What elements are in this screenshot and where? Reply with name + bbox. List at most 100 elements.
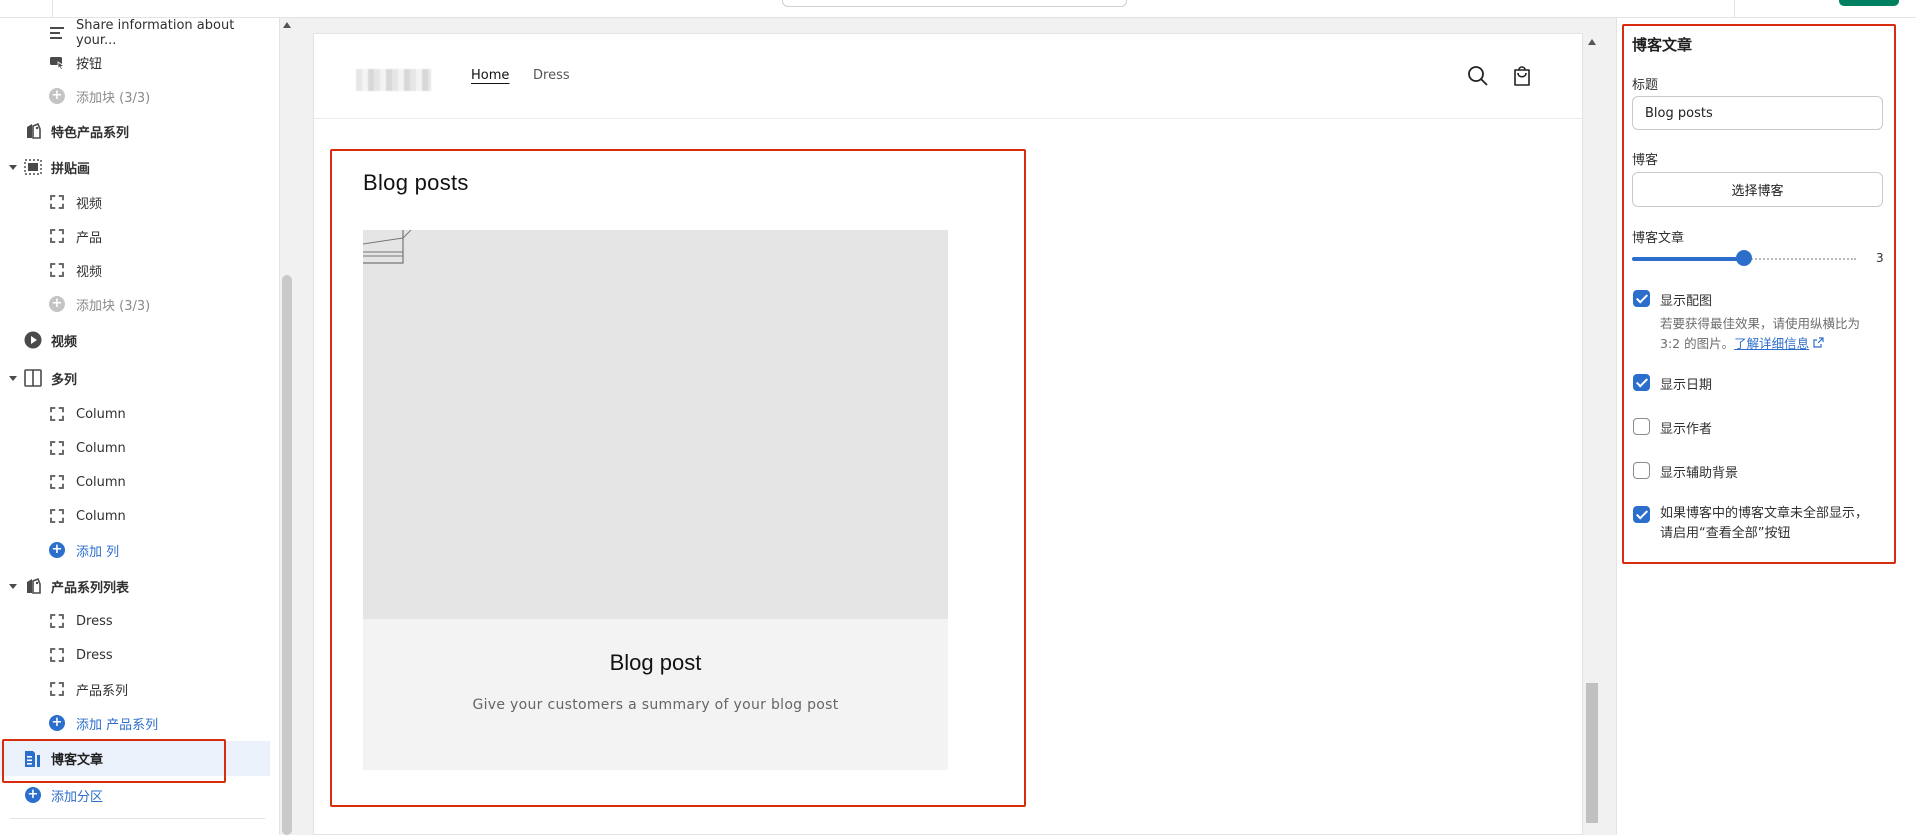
tag-icon xyxy=(24,122,42,140)
plus-circle-icon: + xyxy=(49,715,65,731)
posts-count-label: 博客文章 xyxy=(1632,231,1685,246)
external-link-icon xyxy=(1813,337,1824,348)
section-collection-list[interactable]: 产品系列列表 xyxy=(0,571,270,601)
dashed-bracket-icon xyxy=(48,507,66,525)
block-collage-video-2[interactable]: 视频 xyxy=(0,255,270,285)
cart-icon[interactable] xyxy=(1510,64,1534,88)
dashed-bracket-icon xyxy=(48,227,66,245)
sidebar-divider xyxy=(10,818,265,819)
block-label: 产品系列 xyxy=(76,683,129,699)
preview-scroll-thumb[interactable] xyxy=(1586,683,1598,823)
block-column-4[interactable]: Column xyxy=(0,501,270,531)
store-header: Home Dress xyxy=(314,34,1582,119)
button-icon xyxy=(48,53,66,71)
collage-icon xyxy=(24,158,42,176)
caret-down-icon[interactable] xyxy=(9,583,17,589)
image-help-text: 若要获得最佳效果，请使用纵横比为 3:2 的图片。了解详细信息 xyxy=(1660,314,1882,354)
sidebar-scrollbar[interactable] xyxy=(282,275,292,835)
nav-dress-link[interactable]: Dress xyxy=(533,68,570,83)
text-lines-icon xyxy=(48,24,66,42)
block-label: Column xyxy=(76,508,126,524)
blog-label: 博客 xyxy=(1632,153,1659,168)
learn-more-link[interactable]: 了解详细信息 xyxy=(1734,336,1809,351)
section-label: 视频 xyxy=(51,334,78,350)
plus-circle-icon: + xyxy=(49,88,65,104)
section-collage[interactable]: 拼贴画 xyxy=(0,152,270,182)
highlight-box xyxy=(330,149,1026,807)
caret-down-icon[interactable] xyxy=(9,164,17,170)
add-collection-label: 添加 产品系列 xyxy=(76,717,159,733)
block-dress-2[interactable]: Dress xyxy=(0,640,270,670)
block-button[interactable]: 按钮 xyxy=(0,47,270,77)
panel-title: 博客文章 xyxy=(1632,36,1693,54)
view-all-button-label: 如果博客中的博客文章未全部显示，请启用“查看全部”按钮 xyxy=(1660,506,1869,541)
plus-circle-icon: + xyxy=(25,787,41,803)
scroll-up-arrow-icon[interactable] xyxy=(1588,39,1596,45)
posts-slider-thumb[interactable] xyxy=(1736,250,1752,266)
nav-home-link[interactable]: Home xyxy=(471,68,509,83)
section-video[interactable]: 视频 xyxy=(0,325,270,355)
dashed-bracket-icon xyxy=(48,193,66,211)
block-dress-1[interactable]: Dress xyxy=(0,606,270,636)
section-label: 特色产品系列 xyxy=(51,125,130,141)
show-secondary-bg-label: 显示辅助背景 xyxy=(1660,466,1739,481)
add-block-label: 添加块 (3/3) xyxy=(76,90,151,106)
block-column-1[interactable]: Column xyxy=(0,399,270,429)
dashed-bracket-icon xyxy=(48,612,66,630)
block-collage-video-1[interactable]: 视频 xyxy=(0,187,270,217)
dashed-bracket-icon xyxy=(48,405,66,423)
add-section-label: 添加分区 xyxy=(51,789,104,805)
dashed-bracket-icon xyxy=(48,680,66,698)
heading-input[interactable]: Blog posts xyxy=(1632,96,1883,130)
top-bar xyxy=(0,0,1916,18)
select-blog-button[interactable]: 选择博客 xyxy=(1632,172,1883,207)
show-date-checkbox[interactable] xyxy=(1633,374,1650,391)
section-multicolumn[interactable]: 多列 xyxy=(0,363,270,393)
section-label: 产品系列列表 xyxy=(51,580,130,596)
add-column-label: 添加 列 xyxy=(76,544,120,560)
block-column-2[interactable]: Column xyxy=(0,433,270,463)
add-block-button[interactable]: + 添加块 (3/3) xyxy=(0,289,270,319)
heading-label: 标题 xyxy=(1632,78,1659,93)
view-all-button-checkbox[interactable] xyxy=(1633,506,1650,523)
show-image-label: 显示配图 xyxy=(1660,294,1713,309)
block-label: 视频 xyxy=(76,196,103,212)
heading-value: Blog posts xyxy=(1645,105,1713,121)
caret-down-icon[interactable] xyxy=(9,375,17,381)
show-secondary-bg-checkbox[interactable] xyxy=(1633,462,1650,479)
add-section-button[interactable]: + 添加分区 xyxy=(0,780,270,810)
section-label: 多列 xyxy=(51,372,78,388)
scroll-up-arrow-icon[interactable] xyxy=(283,22,291,28)
add-block-button[interactable]: + 添加块 (3/3) xyxy=(0,81,270,111)
block-column-3[interactable]: Column xyxy=(0,467,270,497)
block-label: Column xyxy=(76,406,126,422)
store-logo[interactable] xyxy=(356,69,431,91)
show-date-label: 显示日期 xyxy=(1660,378,1713,393)
block-collection[interactable]: 产品系列 xyxy=(0,674,270,704)
top-divider-right xyxy=(1734,0,1735,18)
block-label: Dress xyxy=(76,613,113,629)
add-collection-button[interactable]: + 添加 产品系列 xyxy=(0,708,270,738)
posts-slider-value: 3 xyxy=(1876,251,1884,265)
dashed-bracket-icon xyxy=(48,261,66,279)
dashed-bracket-icon xyxy=(48,439,66,457)
show-author-checkbox[interactable] xyxy=(1633,418,1650,435)
save-button[interactable] xyxy=(1839,0,1899,6)
add-block-label: 添加块 (3/3) xyxy=(76,298,151,314)
block-collage-product[interactable]: 产品 xyxy=(0,221,270,251)
show-image-checkbox[interactable] xyxy=(1633,290,1650,307)
top-search-input[interactable] xyxy=(782,0,1127,7)
search-icon[interactable] xyxy=(1466,64,1490,88)
dashed-bracket-icon xyxy=(48,473,66,491)
preview-scrollbar[interactable] xyxy=(1583,33,1601,835)
plus-circle-icon: + xyxy=(49,296,65,312)
add-column-button[interactable]: + 添加 列 xyxy=(0,535,270,565)
block-label: Dress xyxy=(76,647,113,663)
plus-circle-icon: + xyxy=(49,542,65,558)
block-share-info[interactable]: Share information about your... xyxy=(0,18,270,48)
top-divider xyxy=(52,0,53,18)
block-label: Column xyxy=(76,474,126,490)
block-label: 视频 xyxy=(76,264,103,280)
section-featured-collection[interactable]: 特色产品系列 xyxy=(0,116,270,146)
section-label: 拼贴画 xyxy=(51,161,91,177)
